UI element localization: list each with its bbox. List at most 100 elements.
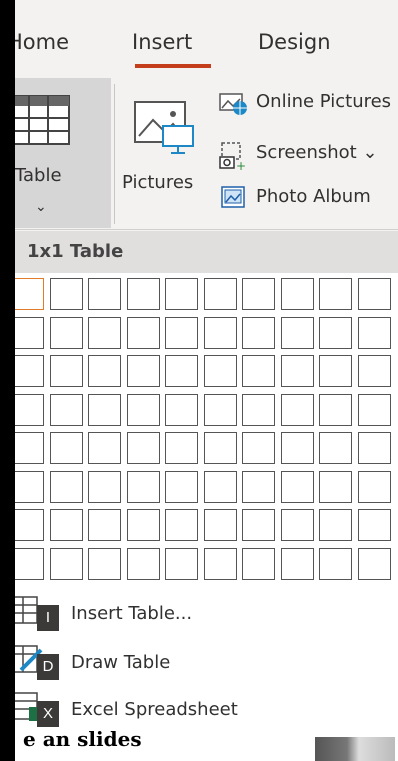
draw-table-item[interactable]: D Draw Table: [15, 640, 398, 688]
grid-cell[interactable]: [357, 509, 391, 541]
grid-cell[interactable]: [49, 278, 83, 310]
grid-cell[interactable]: [126, 355, 160, 387]
grid-cell[interactable]: [88, 547, 121, 580]
grid-cell[interactable]: [165, 547, 198, 580]
grid-cell[interactable]: [319, 355, 352, 387]
grid-cell[interactable]: [319, 509, 352, 541]
photo-album-label: Photo Album: [256, 186, 371, 207]
tab-home[interactable]: Home: [15, 30, 69, 54]
grid-cell[interactable]: [88, 432, 121, 464]
grid-cell[interactable]: [88, 278, 121, 310]
grid-cell[interactable]: [357, 470, 391, 503]
screenshot-button[interactable]: + Screenshot ⌄: [218, 139, 398, 171]
grid-cell[interactable]: [15, 278, 44, 310]
grid-cell[interactable]: [49, 393, 83, 426]
grid-cell[interactable]: [15, 547, 44, 580]
grid-cell[interactable]: [165, 278, 198, 310]
grid-cell[interactable]: [242, 509, 275, 541]
grid-cell[interactable]: [165, 393, 198, 426]
grid-cell[interactable]: [319, 432, 352, 464]
grid-cell[interactable]: [280, 355, 314, 387]
grid-cell[interactable]: [88, 393, 121, 426]
grid-cell[interactable]: [203, 393, 237, 426]
grid-cell[interactable]: [126, 316, 160, 349]
grid-cell[interactable]: [319, 316, 352, 349]
grid-cell[interactable]: [126, 432, 160, 464]
grid-cell[interactable]: [88, 355, 121, 387]
grid-cell[interactable]: [126, 509, 160, 541]
grid-cell[interactable]: [165, 509, 198, 541]
grid-cell[interactable]: [203, 509, 237, 541]
grid-cell[interactable]: [280, 432, 314, 464]
grid-cell[interactable]: [49, 355, 83, 387]
grid-cell[interactable]: [242, 547, 275, 580]
grid-cell[interactable]: [280, 547, 314, 580]
ribbon-separator: [114, 84, 115, 224]
insert-table-item[interactable]: I Insert Table...: [15, 591, 398, 639]
grid-cell[interactable]: [242, 470, 275, 503]
online-pictures-label: Online Pictures: [256, 91, 392, 112]
grid-cell[interactable]: [126, 547, 160, 580]
grid-cell[interactable]: [15, 355, 44, 387]
grid-cell[interactable]: [49, 470, 83, 503]
excel-spreadsheet-item[interactable]: X Excel Spreadsheet: [15, 687, 398, 735]
grid-cell[interactable]: [165, 355, 198, 387]
grid-cell[interactable]: [242, 393, 275, 426]
grid-cell[interactable]: [15, 509, 44, 541]
grid-cell[interactable]: [280, 509, 314, 541]
grid-cell[interactable]: [280, 470, 314, 503]
grid-cell[interactable]: [88, 470, 121, 503]
grid-cell[interactable]: [319, 547, 352, 580]
grid-cell[interactable]: [15, 470, 44, 503]
chevron-down-icon: ⌄: [35, 198, 47, 214]
grid-cell[interactable]: [242, 355, 275, 387]
grid-cell[interactable]: [203, 432, 237, 464]
grid-cell[interactable]: [242, 278, 275, 310]
grid-cell[interactable]: [203, 355, 237, 387]
grid-cell[interactable]: [357, 432, 391, 464]
grid-cell[interactable]: [242, 316, 275, 349]
grid-cell[interactable]: [88, 316, 121, 349]
grid-cell[interactable]: [126, 278, 160, 310]
grid-cell[interactable]: [15, 393, 44, 426]
grid-cell[interactable]: [49, 509, 83, 541]
tab-design[interactable]: Design: [258, 30, 331, 54]
grid-cell[interactable]: [203, 278, 237, 310]
table-size-header: 1x1 Table: [15, 231, 398, 273]
grid-cell[interactable]: [319, 393, 352, 426]
draw-table-label: Draw Table: [71, 652, 171, 673]
grid-cell[interactable]: [203, 316, 237, 349]
table-dropdown: 1x1 Table I Insert Table... D Draw Table: [15, 231, 398, 761]
photo-album-button[interactable]: Photo Album: [218, 183, 398, 213]
grid-cell[interactable]: [49, 547, 83, 580]
grid-cell[interactable]: [280, 278, 314, 310]
grid-cell[interactable]: [165, 470, 198, 503]
grid-cell[interactable]: [15, 316, 44, 349]
grid-cell[interactable]: [203, 470, 237, 503]
grid-cell[interactable]: [88, 509, 121, 541]
grid-cell[interactable]: [165, 432, 198, 464]
grid-cell[interactable]: [280, 316, 314, 349]
table-button[interactable]: Table ⌄: [15, 78, 111, 228]
screenshot-icon: +: [219, 142, 246, 171]
grid-cell[interactable]: [357, 547, 391, 580]
grid-cell[interactable]: [357, 393, 391, 426]
pictures-button[interactable]: Pictures: [118, 84, 210, 224]
grid-cell[interactable]: [319, 470, 352, 503]
grid-cell[interactable]: [49, 432, 83, 464]
grid-cell[interactable]: [49, 316, 83, 349]
grid-cell[interactable]: [203, 547, 237, 580]
tab-insert[interactable]: Insert: [132, 30, 192, 54]
grid-cell[interactable]: [280, 393, 314, 426]
photo-album-icon: [221, 186, 245, 208]
grid-cell[interactable]: [242, 432, 275, 464]
grid-cell[interactable]: [357, 278, 391, 310]
grid-cell[interactable]: [126, 470, 160, 503]
grid-cell[interactable]: [319, 278, 352, 310]
grid-cell[interactable]: [126, 393, 160, 426]
grid-cell[interactable]: [357, 316, 391, 349]
grid-cell[interactable]: [15, 432, 44, 464]
grid-cell[interactable]: [357, 355, 391, 387]
grid-cell[interactable]: [165, 316, 198, 349]
online-pictures-button[interactable]: Online Pictures: [218, 88, 398, 118]
